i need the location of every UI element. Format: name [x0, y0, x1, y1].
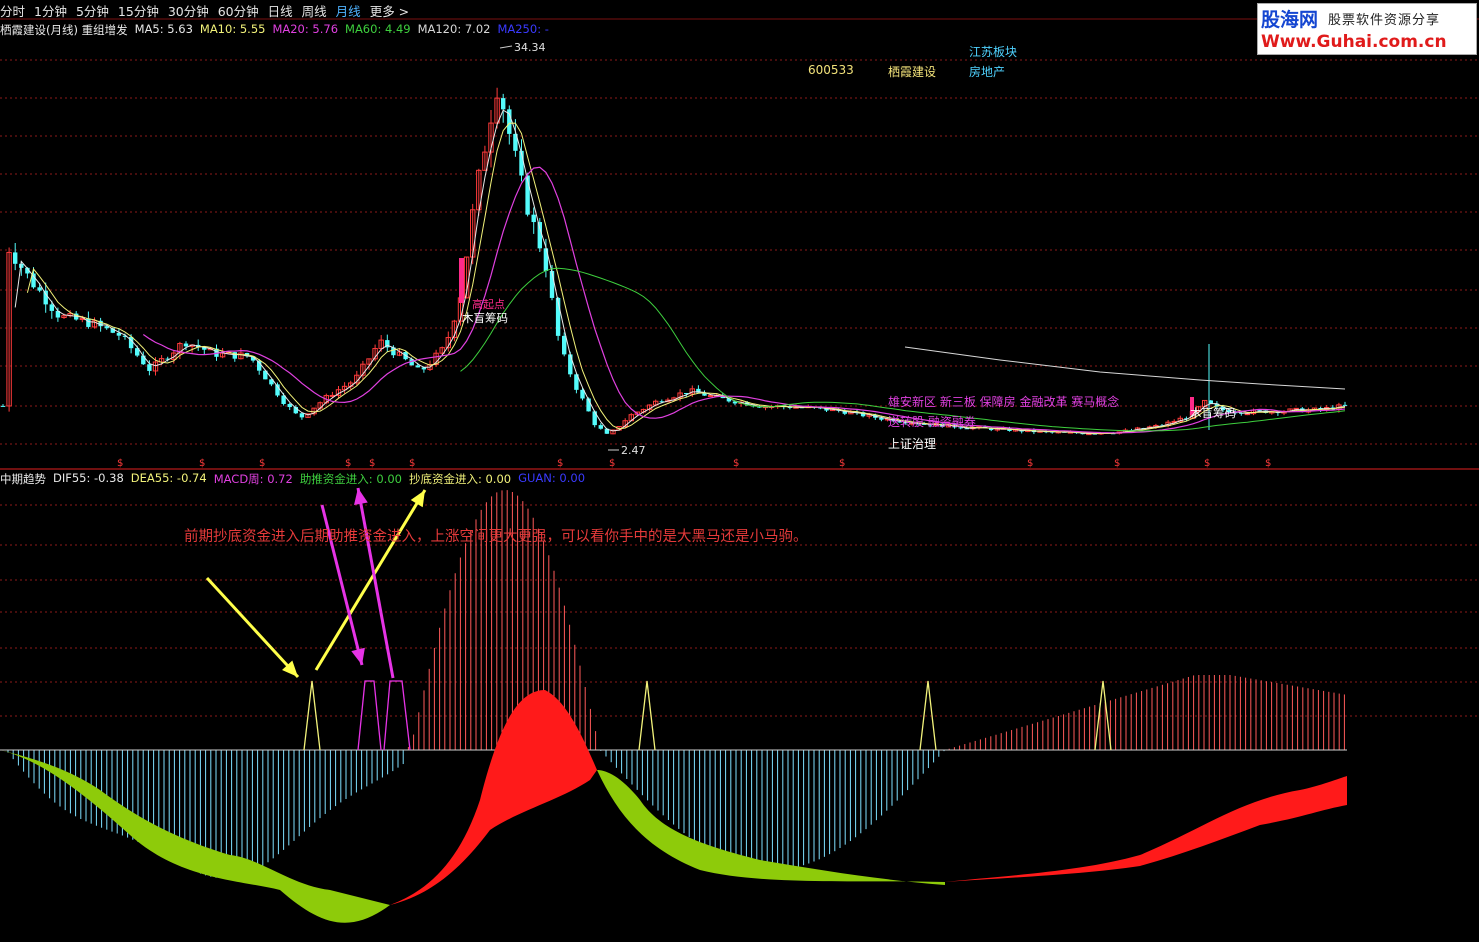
tab-5min[interactable]: 5分钟 — [76, 1, 114, 20]
candle-body — [562, 335, 567, 355]
event-marker-13: $ — [1265, 458, 1271, 469]
candle-body — [183, 343, 189, 347]
annotation-text: 前期抄底资金进入后期助推资金进入，上涨空间更大更强，可以看你手中的是大黑马还是小… — [184, 529, 808, 545]
indicator-title: 中期趋势 — [0, 472, 46, 486]
push-fund-value: 助推资金进入: 0.00 — [299, 472, 402, 486]
candle-body — [13, 252, 18, 264]
event-marker-1: $ — [199, 458, 205, 469]
tab-15min[interactable]: 15分钟 — [118, 1, 164, 20]
candle-body — [1342, 404, 1348, 406]
tab-60min[interactable]: 60分钟 — [218, 1, 264, 20]
ma120-line — [904, 346, 1346, 390]
candle-body — [707, 394, 714, 397]
ma10-line — [26, 122, 1346, 434]
event-marker-12: $ — [1204, 458, 1210, 469]
candle-body — [43, 290, 48, 305]
dif-dea-band-down-2 — [597, 770, 945, 885]
ma10-value: MA10: 5.55 — [199, 22, 266, 36]
event-marker-2: $ — [259, 458, 265, 469]
signal-push-1 — [357, 680, 382, 751]
candle-body — [147, 364, 152, 371]
signal-bottom-3 — [919, 680, 937, 751]
concept-label-2: 送转股 融资融券 — [888, 414, 976, 429]
stock-name: 栖霞建设 — [888, 65, 937, 79]
site-logo: 股海网 股票软件资源分享 Www.Guhai.com.cn — [1257, 3, 1477, 55]
sub-legend: 中期趋势 DIF55: -0.38 DEA55: -0.74 MACD周: 0.… — [0, 471, 592, 487]
candle-body — [531, 214, 536, 223]
chip-label-2: 木盲筹码 — [1190, 406, 1236, 420]
arrow-yellow-2-shaft — [314, 489, 427, 671]
candle-body — [598, 425, 603, 429]
ma20-line — [142, 166, 1346, 434]
concept-label-1: 雄安新区 新三板 保障房 金融改革 赛马概念 — [888, 394, 1119, 409]
highlight-candle — [459, 258, 464, 303]
candle-body — [49, 304, 54, 311]
candle-body — [0, 405, 6, 407]
stock-code: 600533 — [808, 63, 854, 77]
arrow-yellow-2-head — [410, 490, 425, 508]
period-tabs: 分时 1分钟 5分钟 15分钟 30分钟 60分钟 日线 周线 月线 更多 > — [0, 0, 418, 20]
ma120-value: MA120: 7.02 — [417, 22, 491, 36]
candle-body — [86, 318, 91, 327]
event-marker-11: $ — [1114, 458, 1120, 469]
tab-30min[interactable]: 30分钟 — [168, 1, 214, 20]
candle-body — [287, 403, 292, 408]
low-point-label: 高起点 — [472, 297, 505, 311]
event-marker-4: $ — [369, 458, 375, 469]
ma250-value: MA250: - — [497, 22, 549, 36]
tab-minute[interactable]: 分时 — [0, 1, 30, 20]
candle-body — [501, 98, 506, 110]
candle-body — [299, 413, 305, 418]
candle-body — [415, 365, 420, 368]
ma5-line — [14, 109, 1346, 435]
event-marker-9: $ — [839, 458, 845, 469]
tab-monthly[interactable]: 月线 — [336, 1, 366, 20]
logo-url: Www.Guhai.com.cn — [1261, 32, 1447, 52]
tab-1min[interactable]: 1分钟 — [34, 1, 72, 20]
candle-body — [141, 355, 146, 365]
event-marker-5: $ — [409, 458, 415, 469]
high-marker-line — [499, 45, 513, 49]
ma20-value: MA20: 5.76 — [272, 22, 339, 36]
event-marker-0: $ — [117, 458, 123, 469]
bottom-fund-value: 抄底资金进入: 0.00 — [408, 472, 512, 486]
event-marker-3: $ — [345, 458, 351, 469]
candle-body — [568, 354, 573, 375]
ma5-value: MA5: 5.63 — [134, 22, 193, 36]
dif-dea-band-up-2 — [945, 776, 1347, 882]
dea-value: DEA55: -0.74 — [130, 471, 207, 485]
stock-sector: 江苏板块 — [969, 45, 1018, 59]
macd-value: MACD周: 0.72 — [213, 472, 293, 486]
logo-name: 股海网 — [1261, 9, 1319, 31]
dif-dea-band-up-1 — [390, 690, 597, 905]
chip-label-1: 木盲筹码 — [462, 311, 508, 325]
guan-value: GUAN: 0.00 — [518, 471, 586, 485]
dif-value: DIF55: -0.38 — [53, 471, 124, 485]
event-marker-10: $ — [1027, 458, 1033, 469]
chart-title: 栖霞建设(月线) 重组增发 — [0, 23, 128, 37]
candle-body — [37, 287, 42, 291]
candle-body — [549, 271, 555, 298]
ma60-value: MA60: 4.49 — [345, 22, 411, 36]
stock-industry: 房地产 — [969, 65, 1006, 79]
high-price-label: 34.34 — [514, 41, 546, 54]
event-marker-8: $ — [733, 458, 739, 469]
logo-slogan: 股票软件资源分享 — [1328, 13, 1441, 28]
tab-daily[interactable]: 日线 — [268, 1, 298, 20]
arrow-magenta-2-head — [354, 488, 368, 506]
tab-weekly[interactable]: 周线 — [302, 1, 332, 20]
main-legend: 栖霞建设(月线) 重组增发 MA5: 5.63 MA10: 5.55 MA20:… — [0, 22, 556, 38]
arrow-yellow-1-shaft — [205, 576, 300, 679]
event-marker-7: $ — [609, 458, 615, 469]
concept-label-3: 上证治理 — [888, 437, 936, 451]
signal-bottom-4 — [1094, 680, 1112, 751]
candle-body — [537, 222, 542, 249]
low-price-label: 2.47 — [621, 444, 646, 457]
event-marker-6: $ — [557, 458, 563, 469]
tab-more[interactable]: 更多 > — [370, 1, 414, 20]
